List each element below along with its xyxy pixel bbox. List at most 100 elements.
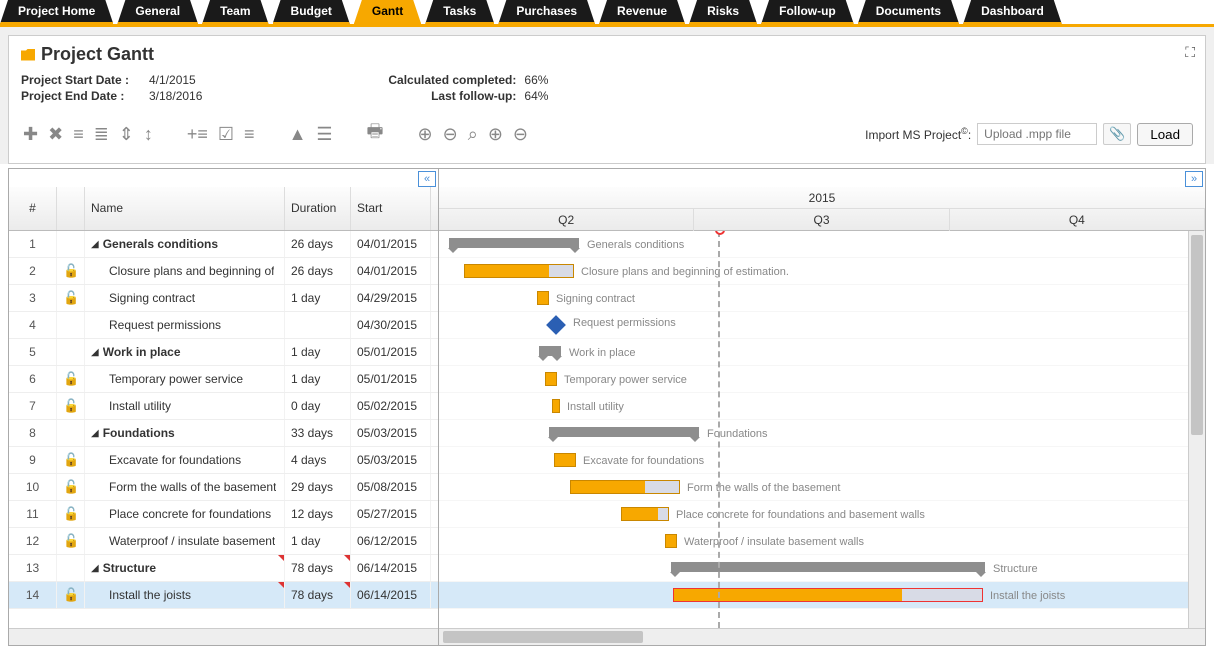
- timeline-body[interactable]: Generals conditionsClosure plans and beg…: [439, 231, 1205, 628]
- start-cell[interactable]: 05/27/2015: [351, 501, 431, 527]
- start-cell[interactable]: 06/14/2015: [351, 555, 431, 581]
- gantt-row[interactable]: Generals conditions: [439, 231, 1205, 258]
- table-row[interactable]: 4Request permissions04/30/2015: [9, 312, 438, 339]
- tab-documents[interactable]: Documents: [858, 0, 959, 24]
- gantt-row[interactable]: Form the walls of the basement: [439, 474, 1205, 501]
- name-cell[interactable]: Place concrete for foundations: [85, 501, 285, 527]
- unlock-icon[interactable]: 🔓: [63, 371, 79, 387]
- name-cell[interactable]: Install utility: [85, 393, 285, 419]
- duration-cell[interactable]: 4 days: [285, 447, 351, 473]
- tab-budget[interactable]: Budget: [273, 0, 350, 24]
- duration-cell[interactable]: 12 days: [285, 501, 351, 527]
- gantt-row[interactable]: Foundations: [439, 420, 1205, 447]
- col-header-duration[interactable]: Duration: [285, 187, 351, 230]
- tab-gantt[interactable]: Gantt: [354, 0, 421, 24]
- start-cell[interactable]: 06/14/2015: [351, 582, 431, 608]
- start-cell[interactable]: 05/01/2015: [351, 366, 431, 392]
- table-row[interactable]: 1◢Generals conditions26 days04/01/2015: [9, 231, 438, 258]
- task-bar[interactable]: Waterproof / insulate basement walls: [665, 534, 677, 548]
- duration-cell[interactable]: 78 days: [285, 582, 351, 608]
- tab-purchases[interactable]: Purchases: [498, 0, 595, 24]
- table-row[interactable]: 10🔓Form the walls of the basement29 days…: [9, 474, 438, 501]
- gantt-row[interactable]: Install the joists: [439, 582, 1205, 609]
- task-bar[interactable]: Form the walls of the basement: [570, 480, 680, 494]
- start-cell[interactable]: 04/01/2015: [351, 258, 431, 284]
- name-cell[interactable]: ◢Generals conditions: [85, 231, 285, 257]
- duration-cell[interactable]: [285, 312, 351, 338]
- zoom-fit-icon[interactable]: ⌕: [466, 122, 480, 147]
- caret-icon[interactable]: ◢: [91, 563, 99, 574]
- duration-cell[interactable]: 29 days: [285, 474, 351, 500]
- duration-cell[interactable]: 1 day: [285, 528, 351, 554]
- table-row[interactable]: 8◢Foundations33 days05/03/2015: [9, 420, 438, 447]
- start-cell[interactable]: 05/01/2015: [351, 339, 431, 365]
- gantt-row[interactable]: Signing contract: [439, 285, 1205, 312]
- start-cell[interactable]: 05/08/2015: [351, 474, 431, 500]
- duration-cell[interactable]: 1 day: [285, 285, 351, 311]
- table-row[interactable]: 3🔓Signing contract1 day04/29/2015: [9, 285, 438, 312]
- fullscreen-icon[interactable]: ⛶: [1185, 44, 1195, 61]
- load-button[interactable]: Load: [1137, 123, 1193, 146]
- start-cell[interactable]: 04/01/2015: [351, 231, 431, 257]
- table-row[interactable]: 14🔓Install the joists78 days06/14/2015: [9, 582, 438, 609]
- name-cell[interactable]: Install the joists: [85, 582, 285, 608]
- name-cell[interactable]: Temporary power service: [85, 366, 285, 392]
- duration-cell[interactable]: 1 day: [285, 366, 351, 392]
- start-cell[interactable]: 05/03/2015: [351, 447, 431, 473]
- add-icon[interactable]: ✚: [21, 122, 40, 147]
- unlock-icon[interactable]: 🔓: [63, 398, 79, 414]
- summary-bar[interactable]: Generals conditions: [449, 238, 579, 248]
- unlock-icon[interactable]: 🔓: [63, 533, 79, 549]
- start-cell[interactable]: 04/29/2015: [351, 285, 431, 311]
- layers-icon[interactable]: ☰: [314, 122, 334, 147]
- zoom-plus-icon[interactable]: ⊕: [486, 122, 505, 147]
- unlock-icon[interactable]: 🔓: [63, 263, 79, 279]
- col-header-lock[interactable]: [57, 187, 85, 230]
- duration-cell[interactable]: 1 day: [285, 339, 351, 365]
- zoom-out-icon[interactable]: ⊖: [441, 122, 460, 147]
- caret-icon[interactable]: ◢: [91, 428, 99, 439]
- tab-risks[interactable]: Risks: [689, 0, 757, 24]
- name-cell[interactable]: Excavate for foundations: [85, 447, 285, 473]
- milestone-bar[interactable]: [546, 315, 566, 335]
- expand-all-icon[interactable]: ↕: [142, 122, 155, 147]
- zoom-minus-icon[interactable]: ⊖: [511, 122, 530, 147]
- caret-icon[interactable]: ◢: [91, 347, 99, 358]
- table-row[interactable]: 6🔓Temporary power service1 day05/01/2015: [9, 366, 438, 393]
- name-cell[interactable]: Request permissions: [85, 312, 285, 338]
- tab-project-home[interactable]: Project Home: [0, 0, 113, 24]
- tab-dashboard[interactable]: Dashboard: [963, 0, 1062, 24]
- warning-icon[interactable]: ▲: [287, 122, 309, 147]
- gantt-row[interactable]: Waterproof / insulate basement walls: [439, 528, 1205, 555]
- start-cell[interactable]: 05/03/2015: [351, 420, 431, 446]
- tab-team[interactable]: Team: [202, 0, 268, 24]
- col-header-num[interactable]: #: [9, 187, 57, 230]
- gantt-row[interactable]: Temporary power service: [439, 366, 1205, 393]
- name-cell[interactable]: Closure plans and beginning of: [85, 258, 285, 284]
- unlock-icon[interactable]: 🔓: [63, 452, 79, 468]
- right-vscrollbar[interactable]: [1188, 231, 1205, 628]
- gantt-row[interactable]: Install utility: [439, 393, 1205, 420]
- outdent-icon[interactable]: ≡: [71, 122, 86, 147]
- col-header-name[interactable]: Name: [85, 187, 285, 230]
- duration-cell[interactable]: 26 days: [285, 258, 351, 284]
- tab-tasks[interactable]: Tasks: [425, 0, 494, 24]
- tab-general[interactable]: General: [117, 0, 198, 24]
- right-hscrollbar[interactable]: [439, 628, 1205, 645]
- name-cell[interactable]: Signing contract: [85, 285, 285, 311]
- name-cell[interactable]: Form the walls of the basement: [85, 474, 285, 500]
- table-row[interactable]: 11🔓Place concrete for foundations12 days…: [9, 501, 438, 528]
- list-icon[interactable]: ≡: [242, 122, 257, 147]
- table-row[interactable]: 2🔓Closure plans and beginning of26 days0…: [9, 258, 438, 285]
- expand-right-icon[interactable]: »: [1185, 171, 1203, 187]
- start-cell[interactable]: 04/30/2015: [351, 312, 431, 338]
- indent-icon[interactable]: ≣: [92, 122, 111, 147]
- caret-icon[interactable]: ◢: [91, 239, 99, 250]
- tab-follow-up[interactable]: Follow-up: [761, 0, 854, 24]
- table-row[interactable]: 12🔓Waterproof / insulate basement1 day06…: [9, 528, 438, 555]
- collapse-all-icon[interactable]: ⇕: [117, 122, 136, 147]
- tab-revenue[interactable]: Revenue: [599, 0, 685, 24]
- duration-cell[interactable]: 26 days: [285, 231, 351, 257]
- summary-bar[interactable]: Work in place: [539, 346, 561, 356]
- unlock-icon[interactable]: 🔓: [63, 479, 79, 495]
